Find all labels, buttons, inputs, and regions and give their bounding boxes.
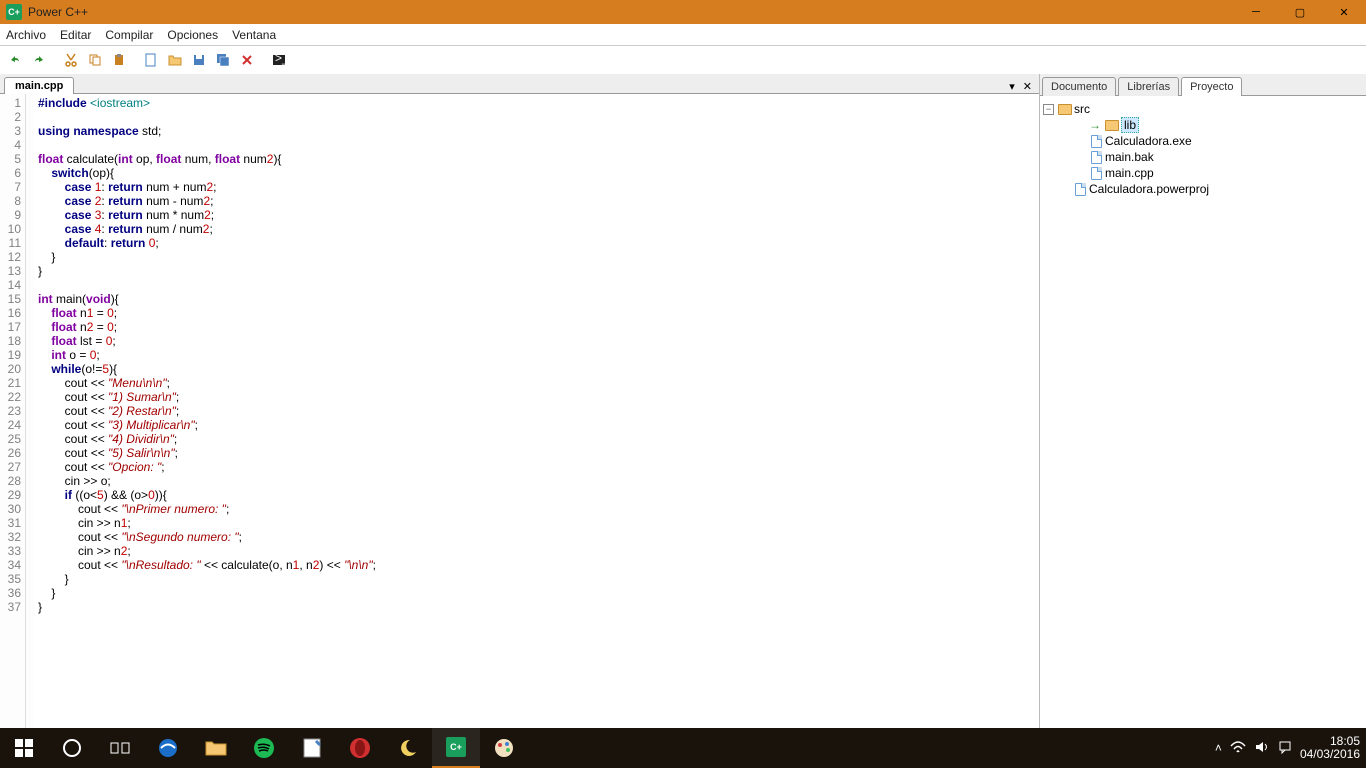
opera-icon[interactable] [336,728,384,768]
undo-button[interactable] [4,49,26,71]
save-all-button[interactable] [212,49,234,71]
open-file-button[interactable] [164,49,186,71]
titlebar: C+ Power C++ ─ ▢ ✕ [0,0,1366,24]
tree-root-label: src [1074,102,1090,116]
save-button[interactable] [188,49,210,71]
cut-button[interactable] [60,49,82,71]
minimize-button[interactable]: ─ [1234,0,1278,24]
copy-button[interactable] [84,49,106,71]
paste-button[interactable] [108,49,130,71]
menu-editar[interactable]: Editar [60,28,91,42]
svg-text:>_: >_ [275,52,287,65]
maximize-button[interactable]: ▢ [1278,0,1322,24]
app-icon: C+ [6,4,22,20]
tab-dropdown-icon[interactable]: ▾ [1006,80,1018,93]
volume-icon[interactable] [1254,740,1270,757]
tree-item[interactable]: main.cpp [1043,165,1363,181]
tree-item[interactable]: Calculadora.powerproj [1043,181,1363,197]
tree-root[interactable]: − src [1043,101,1363,117]
code-editor[interactable]: 1234567891011121314151617181920212223242… [0,94,1039,728]
spotify-icon[interactable] [240,728,288,768]
side-tab-documento[interactable]: Documento [1042,77,1116,96]
system-tray[interactable]: ˄ 18:05 04/03/2016 [1215,735,1366,761]
taskview-button[interactable] [96,728,144,768]
edge-icon[interactable] [144,728,192,768]
toolbar: >_ [0,46,1366,74]
notepad-icon[interactable] [288,728,336,768]
clock[interactable]: 18:05 04/03/2016 [1300,735,1360,761]
delete-button[interactable] [236,49,258,71]
explorer-icon[interactable] [192,728,240,768]
moon-icon[interactable] [384,728,432,768]
menu-compilar[interactable]: Compilar [105,28,153,42]
side-panel: Documento Librerías Proyecto − src →libC… [1040,74,1366,728]
clock-date: 04/03/2016 [1300,748,1360,761]
redo-button[interactable] [28,49,50,71]
paint-icon[interactable] [480,728,528,768]
menu-opciones[interactable]: Opciones [167,28,218,42]
project-tree[interactable]: − src →libCalculadora.exemain.bakmain.cp… [1040,96,1366,728]
new-file-button[interactable] [140,49,162,71]
menu-archivo[interactable]: Archivo [6,28,46,42]
menubar: Archivo Editar Compilar Opciones Ventana [0,24,1366,46]
collapse-icon[interactable]: − [1043,104,1054,115]
terminal-button[interactable]: >_ [268,49,290,71]
notifications-icon[interactable] [1278,740,1292,757]
editor-tabs: main.cpp ▾ ✕ [0,74,1039,94]
powercpp-taskbar-icon[interactable]: C+ [432,728,480,768]
tab-close-icon[interactable]: ✕ [1020,80,1035,93]
tab-main-cpp[interactable]: main.cpp [4,77,74,94]
start-button[interactable] [0,728,48,768]
tree-item[interactable]: main.bak [1043,149,1363,165]
menu-ventana[interactable]: Ventana [232,28,276,42]
side-tab-librerias[interactable]: Librerías [1118,77,1179,96]
folder-icon [1058,104,1072,115]
editor-pane: main.cpp ▾ ✕ 123456789101112131415161718… [0,74,1040,728]
close-button[interactable]: ✕ [1322,0,1366,24]
wifi-icon[interactable] [1230,740,1246,757]
side-tab-proyecto[interactable]: Proyecto [1181,77,1242,96]
cortana-button[interactable] [48,728,96,768]
tree-item[interactable]: →lib [1043,117,1363,133]
taskbar: C+ ˄ 18:05 04/03/2016 [0,728,1366,768]
tree-item[interactable]: Calculadora.exe [1043,133,1363,149]
tray-chevron-icon[interactable]: ˄ [1215,741,1222,755]
window-title: Power C++ [28,5,1234,19]
